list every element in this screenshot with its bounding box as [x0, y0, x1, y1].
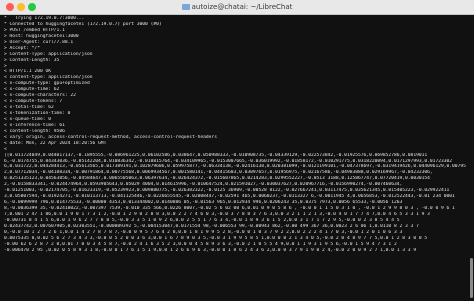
- terminal-line: 7,0.001 2 47 1 86,0.0 1 9 0 1 7 3 1 2,-0…: [4, 211, 430, 217]
- terminal-line: [[0.011724049,0.044017137,-0.1895555,-0.…: [4, 152, 428, 158]
- folder-icon: [181, 4, 190, 10]
- terminal-line: 0,-0.0 10 1 2 7 2 6 1,0.0 1 4 2 7 8 7 8 …: [4, 229, 403, 235]
- terminal-line: 0.0075335 8,0.02 5 6 2 7 3 4 3 3,-0.0 0 …: [4, 235, 428, 241]
- terminal-line: 0.02437742,0.007607905,0.02303551,-0.000…: [4, 223, 419, 229]
- terminal-line: -0.006470 2 95 ,0.02 0 5 8 9 3 1 8,-0.0 …: [4, 247, 417, 253]
- terminal-output[interactable]: * Trying 172.19.0.7:3000... * Connected t…: [4, 16, 466, 301]
- terminal-line: -0.00 62 6 2 8 7 2 8,0.01 7 0 0 3 4 5 8 …: [4, 241, 397, 247]
- window-title-text: autoize@chatai: ~/LibreChat: [191, 3, 293, 11]
- window-title: autoize@chatai: ~/LibreChat: [0, 1, 474, 13]
- scrollbar[interactable]: [470, 258, 473, 298]
- terminal-window: autoize@chatai: ~/LibreChat * Trying 172…: [0, 0, 474, 301]
- title-bar: autoize@chatai: ~/LibreChat: [0, 0, 474, 15]
- terminal-line: -0.00731 8 4 1 5 6,0.0 1 9 6 2 7 7 8 8 5…: [4, 217, 400, 223]
